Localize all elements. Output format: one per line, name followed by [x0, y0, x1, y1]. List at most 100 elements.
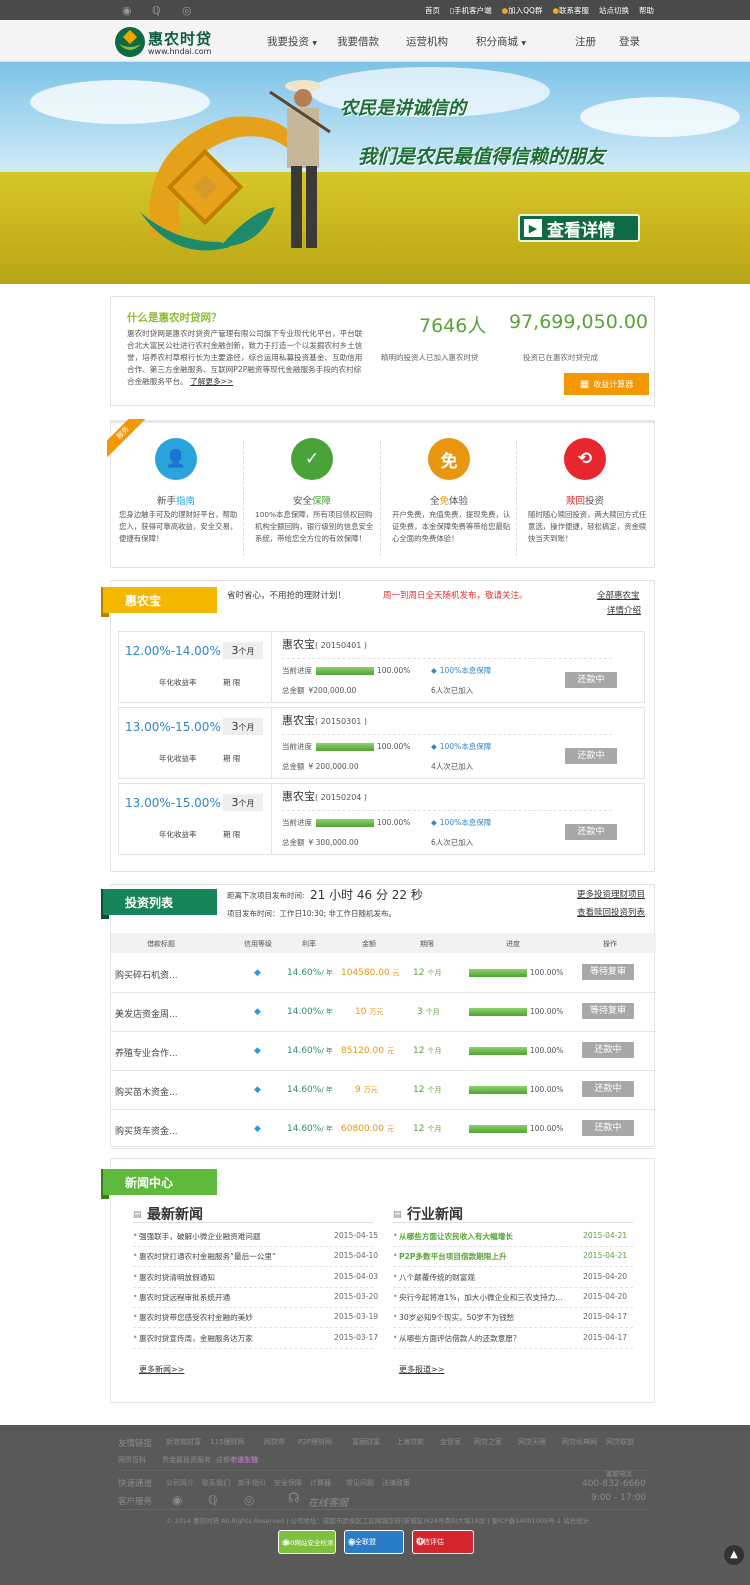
quick-link[interactable]: 法律政策 — [382, 1478, 410, 1488]
more-projects-link[interactable]: 更多投资理财项目 — [577, 888, 645, 900]
news-item[interactable]: 八个颠覆传统的财富观 — [399, 1272, 475, 1283]
loan-title[interactable]: 购买货车资金... — [115, 1124, 178, 1137]
news-item[interactable]: 30岁必知9个现实，50岁不为钱愁 — [399, 1312, 514, 1323]
friend-link[interactable]: 贵金属投资服务 — [162, 1455, 211, 1465]
news-item[interactable]: 强强联手，破解小微企业融资难问题 — [139, 1231, 261, 1242]
news-item[interactable]: 央行今起将准1%，加大小微企业和三农支持力... — [399, 1292, 563, 1303]
site-footer: 友情链接 新浪微财富 115理财网 网贷帮 P2P理财网 富丽财富 上海贷款 金管家 网贷之家… — [0, 1425, 750, 1585]
nav-institutions[interactable]: 运营机构 — [406, 34, 448, 49]
loan-title[interactable]: 美发店资金周... — [115, 1007, 178, 1020]
apply-friend-link[interactable]: 申请友链 — [230, 1455, 258, 1465]
news-item[interactable]: 惠农时贷宣传周，金融服务达万家 — [139, 1333, 253, 1344]
loan-action-button[interactable]: 等待复审 — [582, 964, 634, 980]
top-link-switch[interactable]: 站点切换 — [599, 5, 629, 16]
loan-action-button[interactable]: 等待复审 — [582, 1003, 634, 1019]
quick-link[interactable]: 安全保障 — [274, 1478, 302, 1488]
headset-icon[interactable]: ☊ — [288, 1491, 300, 1506]
redeem-list-link[interactable]: 查看赎回投资列表 — [577, 906, 645, 918]
table-row[interactable]: 美发店资金周... ◆ 14.00%/ 年 10 万元 3 个月 100.00% 等待复审 — [111, 993, 656, 1032]
nav-invest[interactable]: 我要投资 ▼ — [267, 34, 317, 49]
table-row[interactable]: 购买苗木资金... ◆ 14.60%/ 年 9 万元 12 个月 100.00% 还款中 — [111, 1071, 656, 1110]
news-item[interactable]: 惠农时贷清明放假通知 — [139, 1272, 215, 1283]
top-link-qq[interactable]: ●加入QQ群 — [502, 5, 543, 16]
quick-link[interactable]: 联系我们 — [202, 1478, 230, 1488]
register-link[interactable]: 注册 — [575, 34, 596, 49]
more-industry-link[interactable]: 更多报道>> — [399, 1364, 444, 1375]
weibo-icon[interactable]: ◉ — [172, 1493, 182, 1507]
loan-action-button[interactable]: 还款中 — [582, 1120, 634, 1136]
news-item[interactable]: 惠农时贷带您感受农村金融的美妙 — [139, 1312, 253, 1323]
top-link-service[interactable]: ●联系客服 — [552, 5, 589, 16]
table-row[interactable]: 购买碎石机资... ◆ 14.60%/ 年 104580.00 元 12 个月 100.00%… — [111, 954, 656, 993]
badge-trust[interactable]: ✪ 可信评估 — [412, 1530, 474, 1554]
quick-link[interactable]: 常见问题 — [346, 1478, 374, 1488]
top-link-home[interactable]: 首页 — [425, 5, 440, 16]
service-card[interactable]: 👤 新手指南 您身边触手可及的理财好平台，帮助您入，获得可靠高收益，安全交易，便捷有… — [113, 423, 249, 563]
repaying-button[interactable]: 还款中 — [565, 672, 617, 688]
friend-link[interactable]: 上海贷款 — [396, 1437, 424, 1447]
investors-label: 精明的投资人已加入惠农时贷 — [381, 353, 479, 362]
all-huinongbao-link[interactable]: 全部惠农宝 — [597, 589, 640, 601]
friend-link[interactable]: 网贷之家 — [474, 1437, 502, 1447]
top-link-help[interactable]: 帮助 — [639, 5, 654, 16]
friend-link[interactable]: P2P理财网 — [298, 1437, 332, 1447]
product-card[interactable]: 13.00%-15.00% 3个月 年化收益率 期 限 惠农宝( 20150301 ) 当… — [118, 707, 645, 779]
table-row[interactable]: 购买货车资金... ◆ 14.60%/ 年 60800.00 元 12 个月 100.00% 还… — [111, 1110, 656, 1149]
service-card[interactable]: ⟲ 赎回投资 随时随心赎回投资，两大赎回方式任意选，操作便捷，轻松搞定，资金赎快当天… — [522, 423, 658, 563]
service-card[interactable]: ✓ 安全保障 100%本息保障，所有项目债权回购机构全额回购，银行级别的信息安全系统… — [249, 423, 385, 563]
online-service-link[interactable]: 在线客服 — [308, 1494, 348, 1509]
back-to-top-button[interactable]: ▲ — [724, 1545, 744, 1565]
tencent-weibo-icon[interactable]: ℚ — [152, 4, 161, 17]
loan-action-button[interactable]: 还款中 — [582, 1081, 634, 1097]
friend-link[interactable]: 网贷帮 — [264, 1437, 285, 1447]
friend-link[interactable]: 新浪微财富 — [166, 1437, 201, 1447]
news-item[interactable]: P2P多数平台项目借款期限上升 — [399, 1251, 507, 1262]
friend-links-label: 友情链接 — [118, 1439, 153, 1449]
wechat-icon[interactable]: ◎ — [182, 4, 192, 17]
customer-service-label: 客户服务 — [118, 1497, 153, 1507]
nav-points-mall[interactable]: 积分商城 ▼ — [476, 34, 526, 49]
product-card[interactable]: 12.00%-14.00% 3个月 年化收益率 期 限 惠农宝( 20150401 ) 当… — [118, 631, 645, 703]
news-item[interactable]: 从哪些方面评估借款人的还款意愿？ — [399, 1333, 521, 1344]
friend-link[interactable]: 富丽财富 — [352, 1437, 380, 1447]
loan-title[interactable]: 购买碎石机资... — [115, 968, 178, 981]
wechat-icon[interactable]: ◎ — [244, 1493, 254, 1507]
table-row[interactable]: 养殖专业合作... ◆ 14.60%/ 年 85120.00 元 12 个月 100.00% 还… — [111, 1032, 656, 1071]
news-bullet: • — [133, 1271, 138, 1281]
site-logo[interactable]: 惠农时贷 www.hndai.com — [114, 26, 218, 58]
more-news-link[interactable]: 更多新闻>> — [139, 1364, 184, 1375]
badge-360[interactable]: ◈ 360网站安全检测 — [278, 1530, 336, 1554]
top-link-mobile[interactable]: ▯手机客户端 — [450, 5, 492, 16]
loan-term: 12 个月 — [413, 1085, 442, 1095]
loan-action-button[interactable]: 还款中 — [582, 1042, 634, 1058]
learn-more-link[interactable]: 了解更多>> — [190, 377, 233, 386]
huinongbao-detail-link[interactable]: 详情介绍 — [607, 604, 641, 616]
friend-link[interactable]: 金管家 — [440, 1437, 461, 1447]
quick-link[interactable]: 公司简介 — [166, 1478, 194, 1488]
view-details-button[interactable]: ▶ 查看详情 — [518, 214, 640, 242]
loan-title[interactable]: 购买苗木资金... — [115, 1085, 178, 1098]
nav-borrow[interactable]: 我要借款 — [337, 34, 379, 49]
loan-title[interactable]: 养殖专业合作... — [115, 1046, 178, 1059]
friend-link[interactable]: 115理财网 — [210, 1437, 244, 1447]
tencent-weibo-icon[interactable]: ℚ — [208, 1493, 217, 1507]
login-link[interactable]: 登录 — [619, 34, 640, 49]
friend-link[interactable]: 网贷联盟 — [606, 1437, 634, 1447]
news-item[interactable]: 惠农时贷打通农村金融服务“最后一公里” — [139, 1251, 276, 1262]
quick-link[interactable]: 新手指引 — [238, 1478, 266, 1488]
badge-security-alliance[interactable]: ◈ 安全联盟 — [344, 1530, 404, 1554]
friend-link[interactable]: 网贷天眼 — [518, 1437, 546, 1447]
news-item[interactable]: 惠农时贷远程审批系统开通 — [139, 1292, 230, 1303]
calculator-button[interactable]: ▦ 收益计算器 — [564, 373, 649, 395]
quick-link[interactable]: 计算器 — [310, 1478, 331, 1488]
friend-link[interactable]: 网贷经典网 — [562, 1437, 597, 1447]
repaying-button[interactable]: 还款中 — [565, 748, 617, 764]
repaying-button[interactable]: 还款中 — [565, 824, 617, 840]
hero-banner[interactable]: 农民是讲诚信的 我们是农民最值得信赖的朋友 ▶ 查看详情 — [0, 62, 750, 284]
news-item[interactable]: 从哪些方面让农民收入有大幅增长 — [399, 1231, 513, 1242]
service-card[interactable]: 免全免体验 开户免费，充值免费，提现免费，认证免费，本金保障免费等带给您最贴心全面… — [386, 423, 522, 563]
product-card[interactable]: 13.00%-15.00% 3个月 年化收益率 期 限 惠农宝( 20150204 ) 当… — [118, 783, 645, 855]
weibo-icon[interactable]: ◉ — [122, 4, 132, 17]
service-hours: 9:00 - 17:00 — [591, 1493, 647, 1503]
friend-link[interactable]: 网贷百科 — [118, 1455, 146, 1465]
